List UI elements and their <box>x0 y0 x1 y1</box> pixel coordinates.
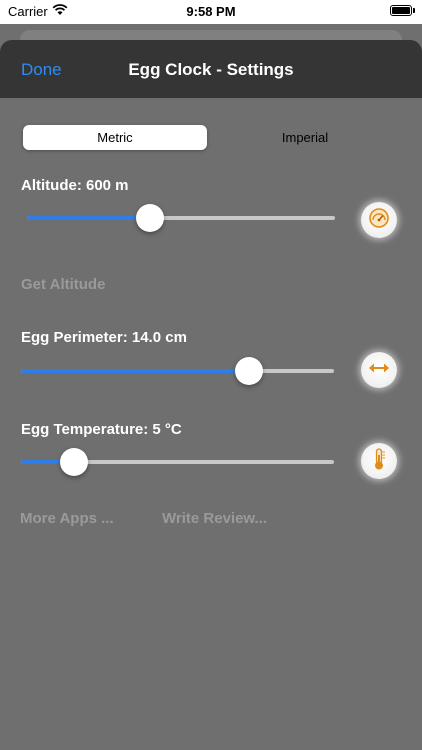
status-time: 9:58 PM <box>186 4 236 19</box>
altitude-thumb[interactable] <box>136 204 165 232</box>
gauge-button[interactable] <box>361 202 397 238</box>
perimeter-slider[interactable] <box>21 357 334 385</box>
horizontal-arrows-icon <box>368 361 390 380</box>
nav-bar: Done Egg Clock - Settings <box>0 40 422 98</box>
units-segmented-control[interactable]: Metric Imperial <box>21 123 401 152</box>
perimeter-thumb[interactable] <box>235 357 264 385</box>
gauge-icon <box>368 207 390 234</box>
perimeter-fill <box>21 369 250 373</box>
altitude-fill <box>27 216 151 220</box>
thermometer-icon <box>371 447 387 476</box>
perimeter-button[interactable] <box>361 352 397 388</box>
thermometer-button[interactable] <box>361 443 397 479</box>
page-title: Egg Clock - Settings <box>128 60 294 79</box>
temperature-thumb[interactable] <box>60 448 89 476</box>
temperature-label: Egg Temperature: 5 °C <box>21 421 182 438</box>
get-altitude-button[interactable]: Get Altitude <box>21 276 105 293</box>
settings-sheet: Done Egg Clock - Settings Metric Imperia… <box>0 40 422 750</box>
altitude-slider[interactable] <box>27 204 335 232</box>
perimeter-label: Egg Perimeter: 14.0 cm <box>21 329 187 346</box>
status-bar: Carrier 9:58 PM <box>0 0 422 24</box>
more-apps-link[interactable]: More Apps ... <box>20 510 114 527</box>
segment-metric[interactable]: Metric <box>23 125 207 150</box>
altitude-label: Altitude: 600 m <box>21 177 129 194</box>
battery-icon <box>390 5 415 16</box>
write-review-link[interactable]: Write Review... <box>162 510 267 527</box>
segment-imperial[interactable]: Imperial <box>211 125 399 150</box>
temperature-slider[interactable] <box>21 448 334 476</box>
